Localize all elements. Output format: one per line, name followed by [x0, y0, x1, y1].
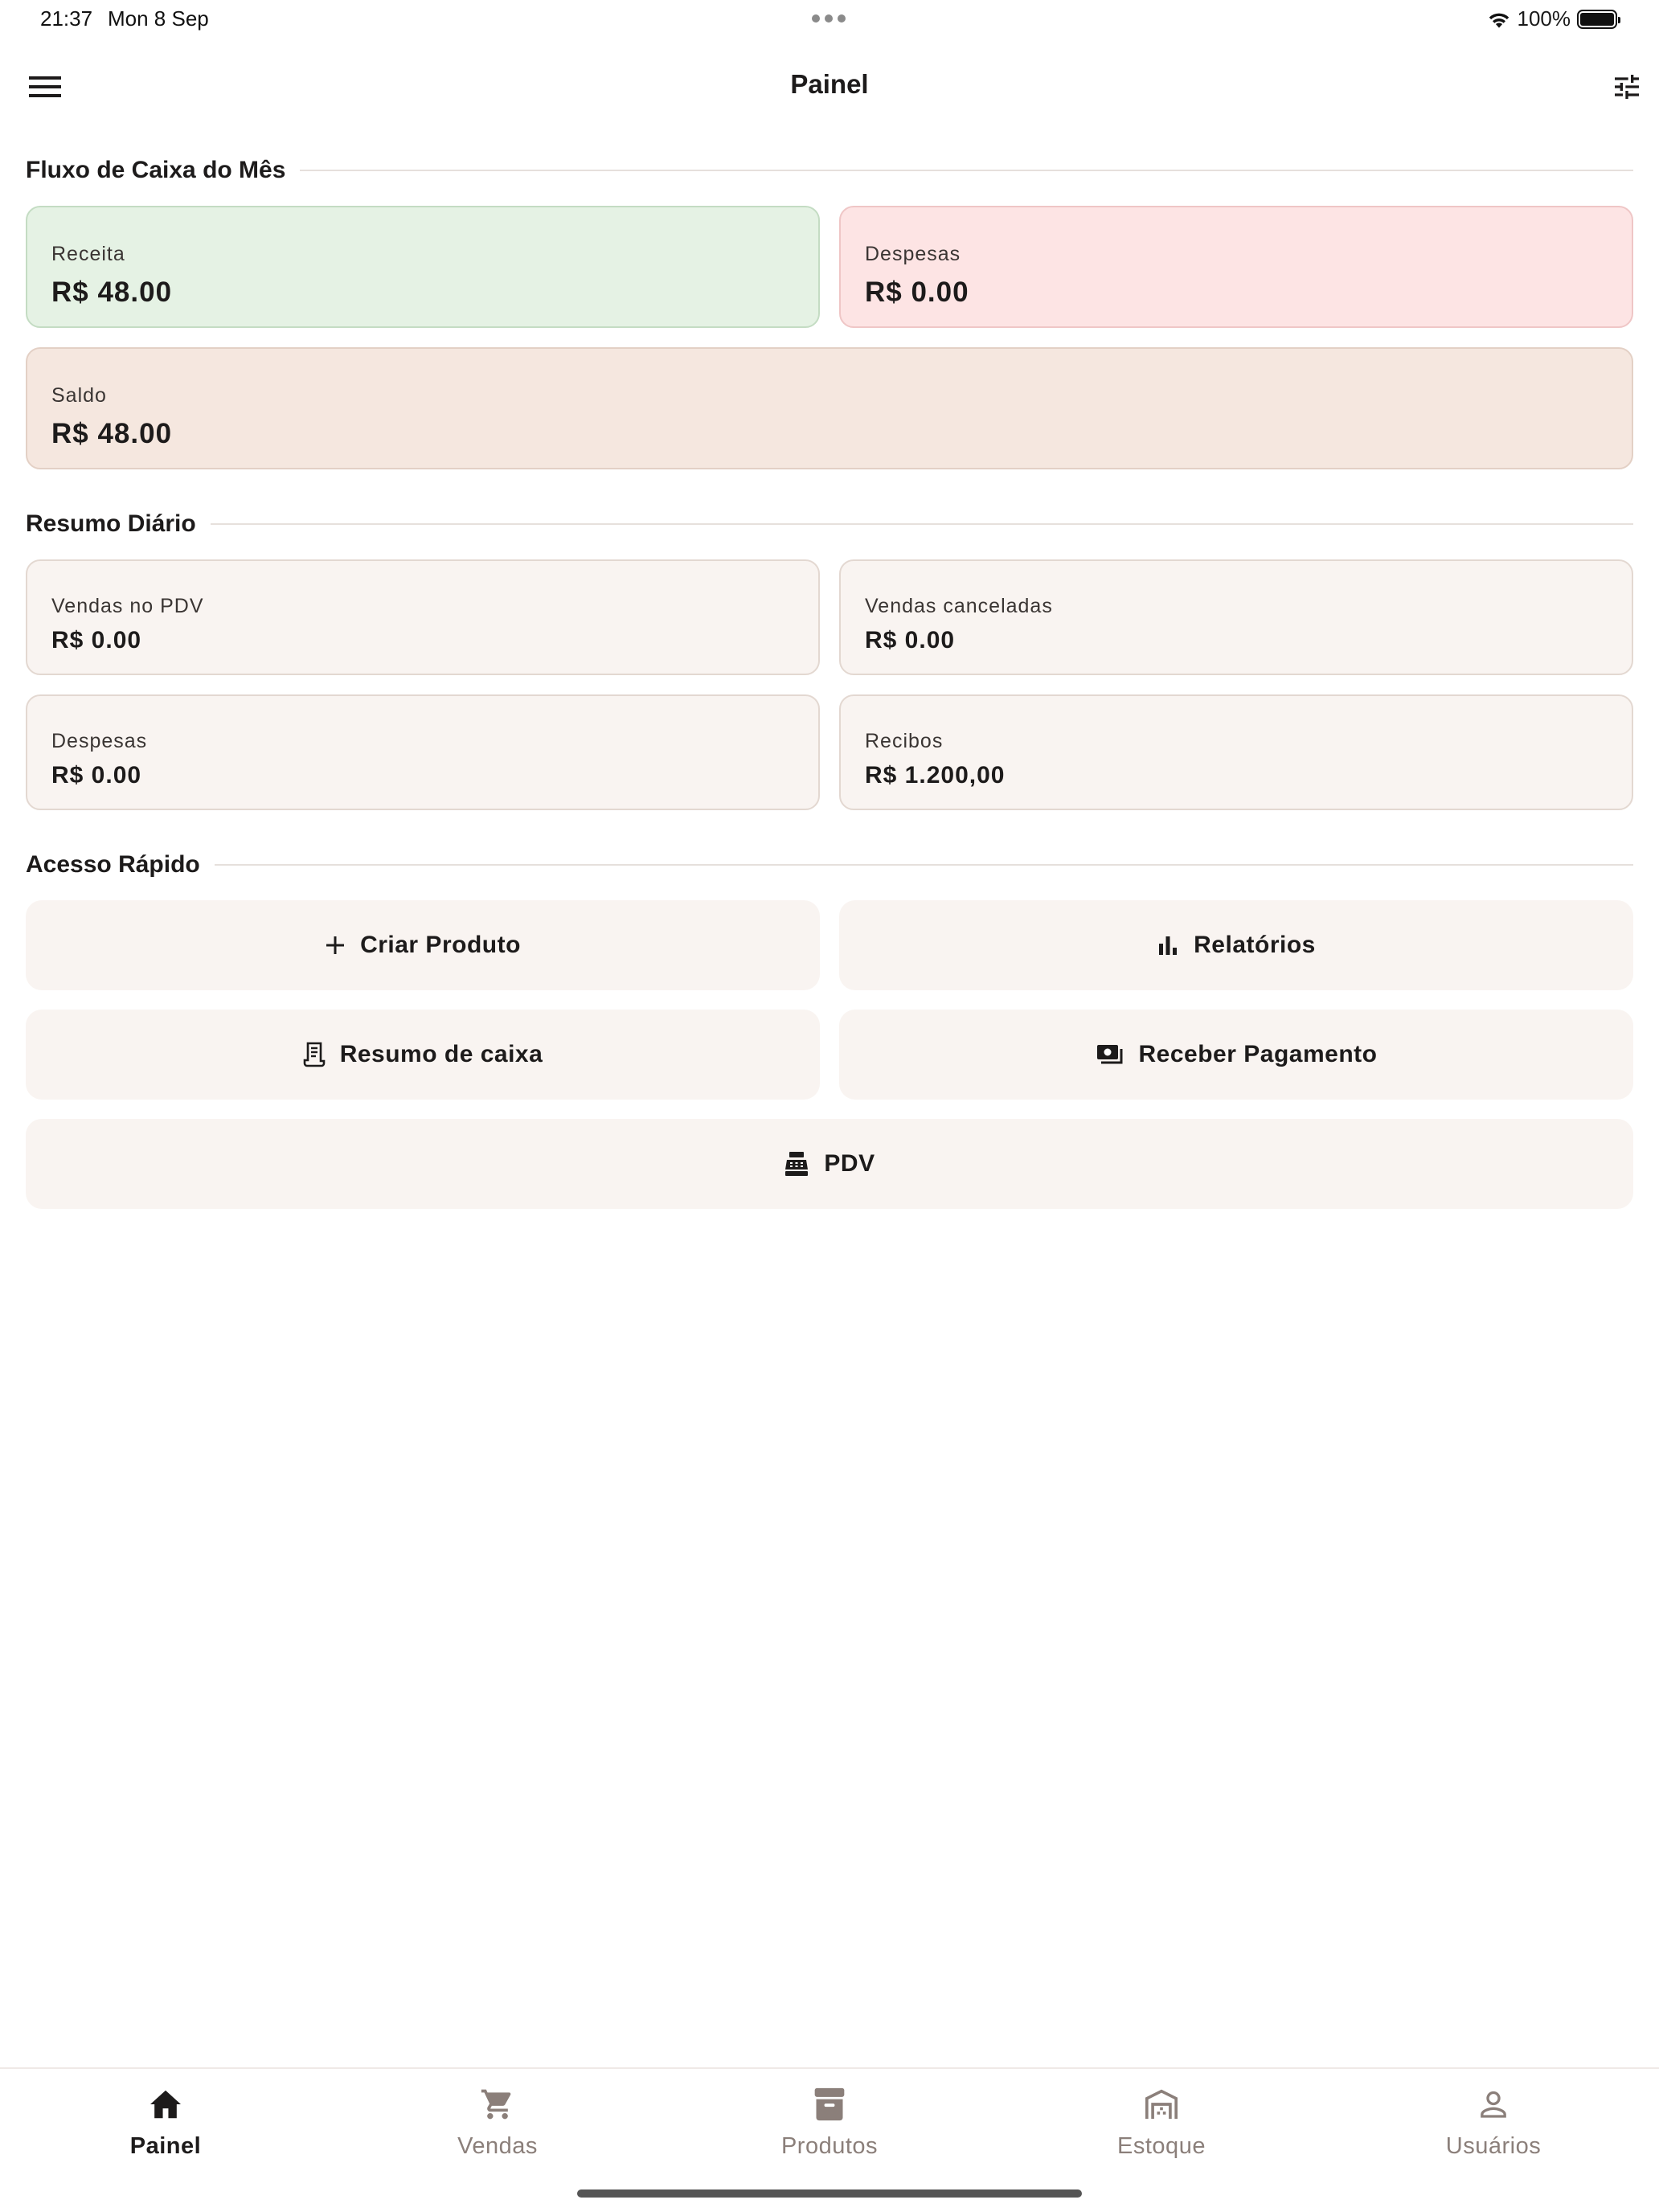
saldo-card[interactable]: Saldo R$ 48.00: [26, 347, 1633, 469]
despesas-daily-card[interactable]: Despesas R$ 0.00: [26, 694, 820, 810]
receita-value: R$ 48.00: [51, 276, 173, 308]
despesas-daily-label: Despesas: [51, 730, 148, 752]
top-app-bar: Painel: [0, 45, 1659, 122]
vendas-canceladas-label: Vendas canceladas: [865, 595, 1053, 617]
receita-card[interactable]: Receita R$ 48.00: [26, 206, 820, 328]
section-divider: [214, 864, 1633, 866]
tune-icon: [1615, 75, 1639, 99]
payments-icon: [1096, 1045, 1123, 1064]
section-divider: [300, 170, 1633, 171]
status-bar: 21:37 Mon 8 Sep 100%: [0, 0, 1659, 39]
cart-icon: [481, 2089, 511, 2120]
quick-access-title: Acesso Rápido: [26, 851, 200, 878]
receita-label: Receita: [51, 243, 125, 265]
pdv-button[interactable]: PDV: [26, 1119, 1633, 1209]
pdv-label: PDV: [824, 1150, 875, 1177]
person-icon: [1481, 2091, 1506, 2118]
nav-label-vendas: Vendas: [457, 2133, 538, 2159]
nav-label-painel: Painel: [129, 2133, 202, 2159]
relatorios-button[interactable]: Relatórios: [839, 900, 1633, 990]
receipt-icon: [303, 1042, 325, 1067]
nav-item-estoque[interactable]: Estoque: [996, 2069, 1327, 2181]
nav-label-produtos: Produtos: [780, 2133, 879, 2159]
saldo-label: Saldo: [51, 384, 107, 407]
despesas-month-value: R$ 0.00: [865, 276, 969, 308]
vendas-pdv-value: R$ 0.00: [51, 627, 142, 653]
bar-chart-icon: [1159, 936, 1178, 955]
vendas-pdv-label: Vendas no PDV: [51, 595, 204, 617]
receber-pagamento-button[interactable]: Receber Pagamento: [839, 1010, 1633, 1100]
saldo-value: R$ 48.00: [51, 418, 173, 449]
despesas-month-card[interactable]: Despesas R$ 0.00: [839, 206, 1633, 328]
status-time: 21:37: [40, 6, 93, 31]
cash-register-icon: [785, 1152, 809, 1176]
nav-item-usuarios[interactable]: Usuários: [1328, 2069, 1659, 2181]
criar-produto-button[interactable]: Criar Produto: [26, 900, 820, 990]
status-date: Mon 8 Sep: [108, 6, 209, 31]
cash-flow-section-header: Fluxo de Caixa do Mês: [26, 154, 1633, 186]
warehouse-icon: [1145, 2089, 1178, 2120]
section-divider: [210, 523, 1633, 525]
vendas-canceladas-card[interactable]: Vendas canceladas R$ 0.00: [839, 559, 1633, 675]
receber-pagamento-label: Receber Pagamento: [1138, 1041, 1378, 1067]
nav-item-painel[interactable]: Painel: [0, 2069, 331, 2181]
battery-icon: [1577, 9, 1620, 29]
nav-item-produtos[interactable]: Produtos: [664, 2069, 995, 2181]
battery-percentage: 100%: [1517, 6, 1571, 31]
despesas-month-label: Despesas: [865, 243, 961, 265]
daily-summary-section-header: Resumo Diário: [26, 508, 1633, 540]
criar-produto-label: Criar Produto: [360, 932, 521, 958]
nav-label-estoque: Estoque: [1117, 2133, 1206, 2159]
wifi-icon: [1489, 13, 1509, 28]
nav-item-vendas[interactable]: Vendas: [332, 2069, 663, 2181]
home-icon: [150, 2090, 181, 2119]
multitasking-dots-icon[interactable]: [812, 14, 846, 23]
vendas-canceladas-value: R$ 0.00: [865, 627, 956, 653]
page-title: Painel: [790, 69, 869, 99]
plus-icon: [326, 936, 345, 954]
relatorios-label: Relatórios: [1194, 932, 1316, 958]
vendas-pdv-card[interactable]: Vendas no PDV R$ 0.00: [26, 559, 820, 675]
recibos-value: R$ 1.200,00: [865, 762, 1006, 789]
nav-label-usuarios: Usuários: [1445, 2133, 1542, 2159]
home-indicator[interactable]: [577, 2189, 1082, 2198]
cash-flow-title: Fluxo de Caixa do Mês: [26, 157, 286, 183]
recibos-card[interactable]: Recibos R$ 1.200,00: [839, 694, 1633, 810]
resumo-caixa-button[interactable]: Resumo de caixa: [26, 1010, 820, 1100]
resumo-caixa-label: Resumo de caixa: [339, 1041, 543, 1067]
dashboard-screen: 21:37 Mon 8 Sep 100% Painel Fluxo de Cai…: [0, 0, 1659, 2212]
status-indicators: 100%: [1487, 6, 1620, 31]
daily-summary-title: Resumo Diário: [26, 510, 196, 537]
despesas-daily-value: R$ 0.00: [51, 762, 142, 789]
quick-access-section-header: Acesso Rápido: [26, 849, 1633, 881]
filter-settings-button[interactable]: [1603, 63, 1651, 111]
recibos-label: Recibos: [865, 730, 944, 752]
inventory-box-icon: [814, 2087, 845, 2121]
